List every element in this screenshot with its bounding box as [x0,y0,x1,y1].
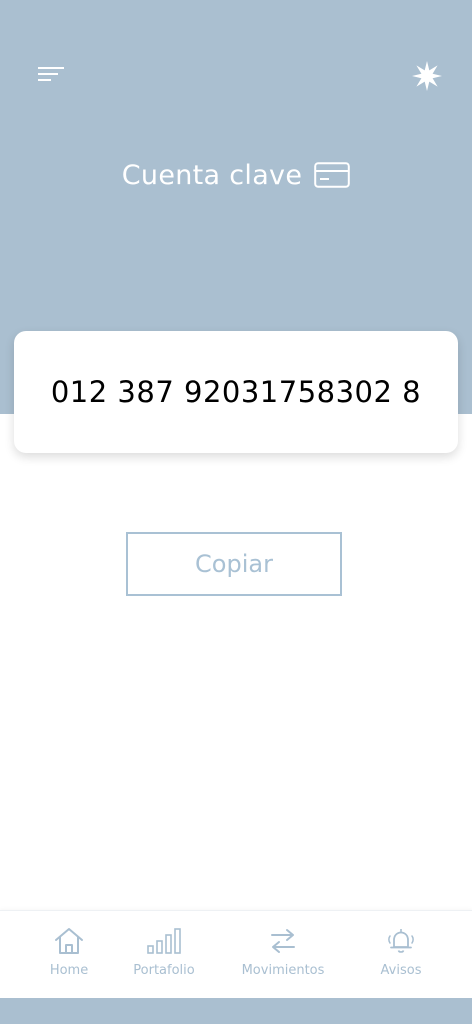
nav-item-home[interactable]: Home [50,927,88,978]
home-icon [55,928,83,954]
copy-button[interactable]: Copiar [126,532,342,596]
star-icon [412,61,442,91]
card-icon [314,162,351,188]
nav-label-portafolio: Portafolio [133,963,195,978]
nav-label-home: Home [49,963,89,978]
star-button[interactable] [411,60,443,92]
menu-icon [38,67,64,81]
menu-button[interactable] [38,66,64,84]
bar-chart-icon [147,928,181,954]
nav-item-avisos[interactable]: Avisos [380,927,422,978]
title-row: Cuenta clave [0,150,472,200]
bottom-navigation: Home Portafolio Movimientos Avisos [0,910,472,999]
page-title: Cuenta clave [121,159,303,191]
screen: Cuenta clave 012 387 92031758302 8 Copia… [0,0,472,1024]
transfer-arrows-icon [271,929,295,953]
nav-item-portafolio[interactable]: Portafolio [133,927,195,978]
bottom-bar [0,998,472,1024]
nav-label-avisos: Avisos [380,963,422,978]
nav-item-movimientos[interactable]: Movimientos [241,927,325,978]
nav-label-movimientos: Movimientos [241,963,325,978]
account-number: 012 387 92031758302 8 [50,375,422,409]
account-number-card: 012 387 92031758302 8 [14,331,458,453]
bell-icon [388,929,414,953]
